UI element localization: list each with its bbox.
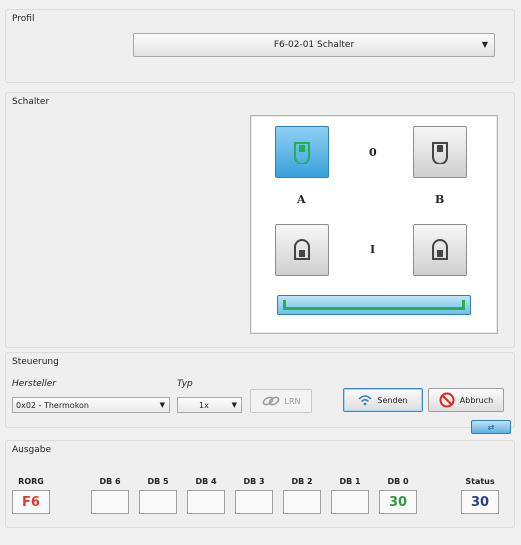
- db1-value-cell: [331, 490, 369, 514]
- rorg-value: F6: [22, 494, 40, 510]
- rocker-b-1-button[interactable]: [413, 224, 467, 276]
- channel-b-label: B: [435, 193, 445, 206]
- column-header-db2: DB 2: [291, 477, 313, 486]
- link-icon: [262, 396, 279, 406]
- ausgabe-title: Ausgabe: [12, 445, 52, 455]
- rocker-down-icon: [294, 239, 310, 260]
- db5-value-cell: [139, 490, 177, 514]
- typ-select[interactable]: 1x ▼: [177, 397, 242, 413]
- level-bar-fill: [283, 300, 465, 310]
- wifi-icon: [358, 395, 372, 406]
- column-header-db4: DB 4: [195, 477, 217, 486]
- level-bar[interactable]: [277, 295, 471, 315]
- profil-select-value: F6-02-01 Schalter: [273, 40, 355, 50]
- column-header-db1: DB 1: [339, 477, 361, 486]
- db3-value-cell: [235, 490, 273, 514]
- db0-value-cell: 30: [379, 490, 417, 514]
- channel-a-label: A: [297, 193, 306, 206]
- abbruch-label: Abbruch: [459, 395, 494, 405]
- rocker-a-0-button[interactable]: [275, 126, 329, 178]
- status-value-cell: 30: [461, 490, 499, 514]
- profil-select[interactable]: F6-02-01 Schalter ▼: [133, 33, 495, 57]
- lrn-button[interactable]: LRN: [250, 389, 312, 413]
- schalter-group: Schalter 0 I A B: [5, 92, 515, 348]
- column-header-db5: DB 5: [147, 477, 169, 486]
- senden-label: Senden: [377, 395, 408, 405]
- switch-panel: 0 I A B: [250, 115, 498, 334]
- double-chevron-icon: ⇄: [487, 422, 495, 432]
- rocker-down-icon: [432, 239, 448, 260]
- chevron-down-icon: ▼: [481, 40, 488, 49]
- rocker-up-icon: [294, 142, 310, 164]
- hersteller-select[interactable]: 0x02 - Thermokon ▼: [12, 397, 170, 413]
- rorg-value-cell: F6: [12, 490, 50, 514]
- rocker-a-1-button[interactable]: [275, 224, 329, 276]
- switch-state-zero-label: 0: [369, 146, 377, 159]
- column-header-status: Status: [465, 477, 495, 486]
- chevron-down-icon: ▼: [159, 401, 165, 409]
- lrn-label: LRN: [284, 396, 301, 406]
- typ-label: Typ: [177, 379, 193, 389]
- hersteller-label: Hersteller: [12, 379, 56, 389]
- typ-value: 1x: [199, 400, 209, 410]
- column-header-db3: DB 3: [243, 477, 265, 486]
- schalter-title: Schalter: [12, 97, 50, 107]
- db6-value-cell: [91, 490, 129, 514]
- db0-value: 30: [388, 494, 408, 510]
- chevron-down-icon: ▼: [231, 401, 237, 409]
- column-header-db0: DB 0: [387, 477, 409, 486]
- collapse-button[interactable]: ⇄: [471, 420, 511, 434]
- rocker-up-icon: [432, 142, 448, 164]
- abbruch-button[interactable]: Abbruch: [428, 388, 504, 412]
- db2-value-cell: [283, 490, 321, 514]
- status-value: 30: [470, 494, 490, 510]
- column-header-rorg: RORG: [18, 477, 44, 486]
- rocker-b-0-button[interactable]: [413, 126, 467, 178]
- profil-title: Profil: [12, 14, 35, 24]
- hersteller-value: 0x02 - Thermokon: [16, 400, 90, 410]
- steuerung-title: Steuerung: [12, 357, 59, 367]
- db4-value-cell: [187, 490, 225, 514]
- senden-button[interactable]: Senden: [343, 388, 423, 412]
- switch-state-one-label: I: [370, 243, 376, 256]
- cancel-icon: [439, 392, 455, 408]
- column-header-db6: DB 6: [99, 477, 121, 486]
